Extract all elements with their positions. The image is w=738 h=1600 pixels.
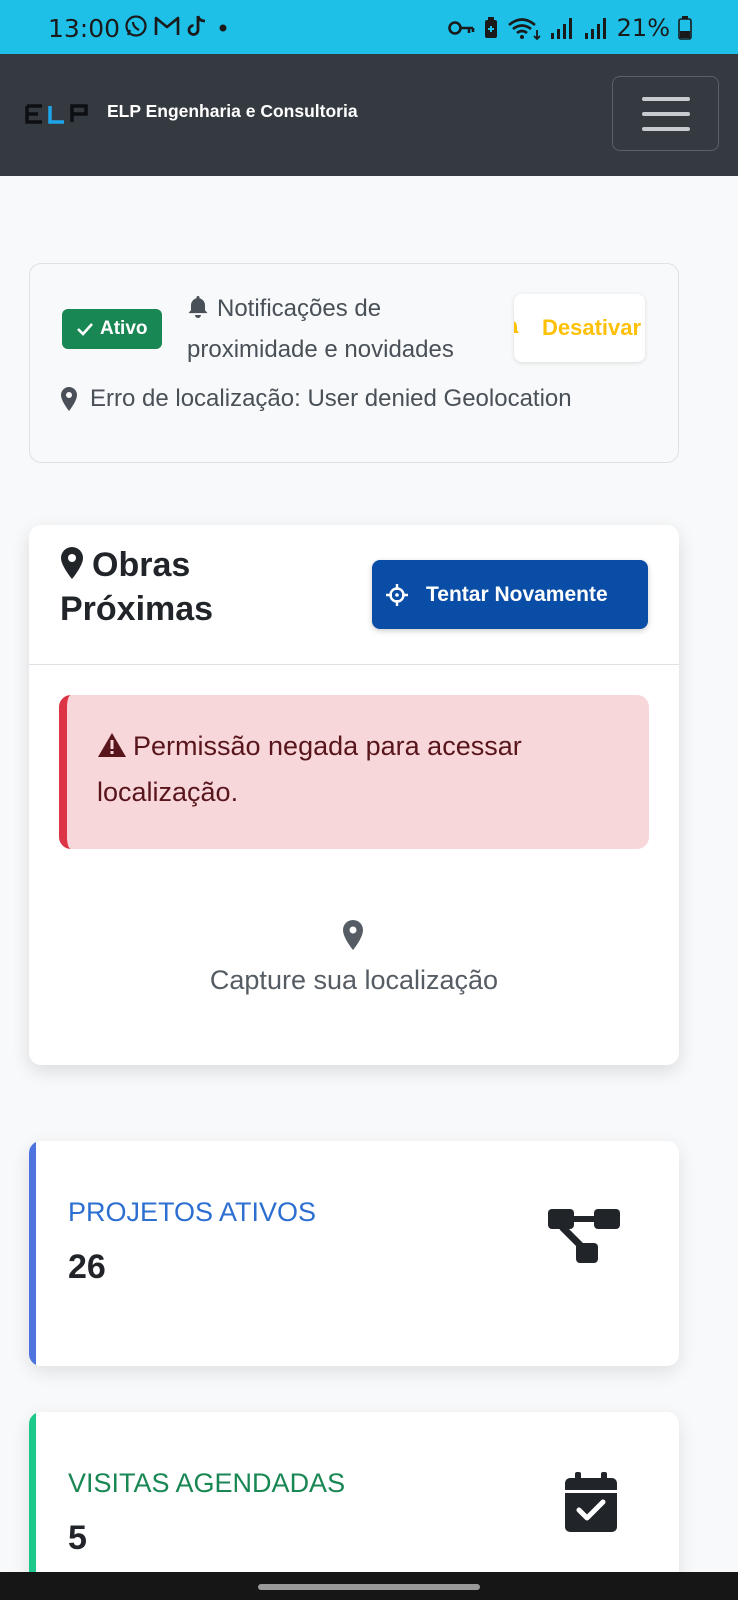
brand-logo[interactable] <box>24 104 90 129</box>
status-time: 13:00 <box>48 14 121 43</box>
battery-saver-icon <box>484 17 497 38</box>
bell-icon <box>188 296 208 318</box>
active-projects-value: 26 <box>68 1248 106 1286</box>
alert-message: Permissão negada para acessar localizaçã… <box>97 731 522 807</box>
card-accent-bar <box>29 1141 36 1366</box>
nearby-works-card: Obras Próximas Tentar Novamente Permissã… <box>29 525 679 1065</box>
signal-icon <box>550 18 572 39</box>
location-error: Erro de localização: User denied Geoloca… <box>60 385 572 413</box>
battery-icon <box>678 16 692 40</box>
notification-text: Notificações de proximidade e novidades <box>187 295 454 363</box>
map-marker-icon <box>343 920 363 950</box>
tiktok-icon <box>187 15 206 36</box>
hamburger-icon-line <box>642 112 690 116</box>
hamburger-icon <box>642 97 690 101</box>
whatsapp-icon <box>125 15 147 37</box>
active-projects-label: PROJETOS ATIVOS <box>68 1197 317 1227</box>
home-indicator[interactable] <box>258 1584 480 1590</box>
elp-logo-icon <box>25 104 88 124</box>
nearby-works-title-line1: Obras <box>92 546 191 584</box>
key-icon <box>447 21 474 35</box>
permission-denied-alert: Permissão negada para acessar localizaçã… <box>59 695 649 849</box>
nearby-works-title: Obras Próximas <box>60 543 213 631</box>
location-error-text: Erro de localização: User denied Geoloca… <box>90 385 572 412</box>
nearby-works-title-line2: Próximas <box>60 590 214 628</box>
calendar-check-icon <box>565 1472 617 1532</box>
warning-icon <box>98 733 126 757</box>
menu-toggle-button[interactable] <box>612 76 719 151</box>
retry-button[interactable]: Tentar Novamente <box>372 560 648 629</box>
brand-name[interactable]: ELP Engenharia e Consultoria <box>107 101 358 122</box>
gmail-icon <box>154 16 180 35</box>
capture-location-text: Capture sua localização <box>209 965 499 995</box>
scheduled-visits-value: 5 <box>68 1519 87 1557</box>
nearby-works-header: Obras Próximas Tentar Novamente <box>29 525 679 665</box>
status-badge: Ativo <box>62 309 162 349</box>
wifi-icon <box>507 18 541 40</box>
system-icons: 21% <box>447 14 692 42</box>
check-icon <box>77 323 93 336</box>
deactivate-button[interactable]: Desativar <box>514 294 645 362</box>
status-bar: 13:00 21% <box>0 0 738 54</box>
map-marker-icon <box>61 387 77 411</box>
notification-card: Ativo Notificações de proximidade e novi… <box>29 263 679 463</box>
status-badge-label: Ativo <box>100 318 148 339</box>
battery-percent: 21% <box>616 14 670 42</box>
signal-icon <box>584 18 606 39</box>
notification-icons <box>124 14 232 38</box>
deactivate-button-label: Desativar <box>542 315 642 340</box>
bell-icon <box>514 321 519 333</box>
dot-icon <box>219 24 227 32</box>
active-projects-card[interactable]: PROJETOS ATIVOS 26 <box>29 1141 679 1366</box>
scheduled-visits-label: VISITAS AGENDADAS <box>68 1468 346 1498</box>
retry-button-label: Tentar Novamente <box>426 582 608 606</box>
project-diagram-icon <box>548 1209 620 1263</box>
map-marker-icon <box>61 547 83 579</box>
crosshairs-icon <box>386 583 408 606</box>
notification-description: Notificações de proximidade e novidades <box>187 288 507 370</box>
hamburger-icon-line <box>642 127 690 131</box>
